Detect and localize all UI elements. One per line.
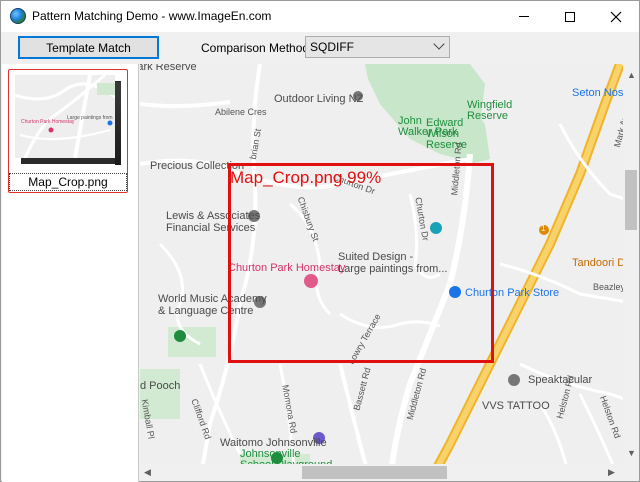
scroll-right-icon[interactable]: ▶ (608, 467, 615, 478)
thumbnail-shadow (115, 82, 121, 165)
scrollbar-corner (623, 464, 639, 481)
horizontal-scrollbar[interactable]: ◀ ▶ (140, 464, 623, 481)
scroll-up-icon[interactable]: ▲ (627, 70, 636, 80)
map-label: VVS TATTOO (482, 400, 550, 412)
map-label: d Pooch (140, 380, 181, 392)
map-label: Outdoor Living NZ (274, 93, 364, 105)
map-pin-icon (508, 374, 520, 386)
thumbnail-caption: Map_Crop.png (9, 173, 127, 191)
title-bar: Pattern Matching Demo - www.ImageEn.com (1, 1, 639, 32)
close-button[interactable] (593, 1, 639, 32)
map-label: Abilene Cres (215, 107, 267, 117)
map-label: Wingfield Reserve (467, 99, 513, 122)
comparison-method-value: SQDIFF (310, 40, 354, 54)
comparison-method-select[interactable]: SQDIFF (305, 36, 450, 58)
maximize-button[interactable] (547, 1, 593, 32)
scroll-thumb[interactable] (625, 170, 637, 230)
match-rectangle (228, 163, 494, 363)
scroll-left-icon[interactable]: ◀ (144, 467, 151, 478)
map-label: Speaktacular (528, 374, 593, 386)
window-title: Pattern Matching Demo - www.ImageEn.com (32, 9, 272, 23)
map-viewer[interactable]: Park Reserve Outdoor Living NZ Abilene C… (140, 64, 639, 481)
app-window: Pattern Matching Demo - www.ImageEn.com … (0, 0, 640, 482)
scroll-down-icon[interactable]: ▼ (627, 448, 636, 458)
map-pin-icon (174, 330, 186, 342)
match-label: Map_Crop.png 99% (230, 168, 382, 187)
thumbnail-item[interactable]: Churton Park Homestay Large paintings fr… (8, 69, 128, 193)
map-label: Beazley (593, 282, 626, 292)
comparison-method-label: Comparison Method: (201, 41, 313, 55)
minimize-icon (519, 16, 529, 17)
close-icon (610, 11, 622, 22)
globe-icon (10, 8, 26, 24)
map-label: Park Reserve (140, 64, 197, 73)
template-match-button[interactable]: Template Match (18, 36, 159, 59)
minimize-button[interactable] (501, 1, 547, 32)
map-thumbnail-graphic: Churton Park Homestay Large paintings fr… (15, 75, 115, 158)
vertical-scrollbar[interactable]: ▲ ▼ (623, 64, 639, 464)
scroll-thumb[interactable] (302, 466, 447, 479)
toolbar: Template Match Comparison Method: SQDIFF (1, 32, 639, 64)
park-area (168, 327, 216, 357)
chevron-down-icon (433, 38, 445, 50)
svg-text:Large paintings from: Large paintings from (67, 115, 113, 121)
route-number: 1 (541, 224, 546, 233)
thumbnail-panel: Churton Park Homestay Large paintings fr… (2, 64, 139, 482)
maximize-icon (565, 11, 575, 22)
thumbnail-image: Churton Park Homestay Large paintings fr… (15, 75, 115, 158)
